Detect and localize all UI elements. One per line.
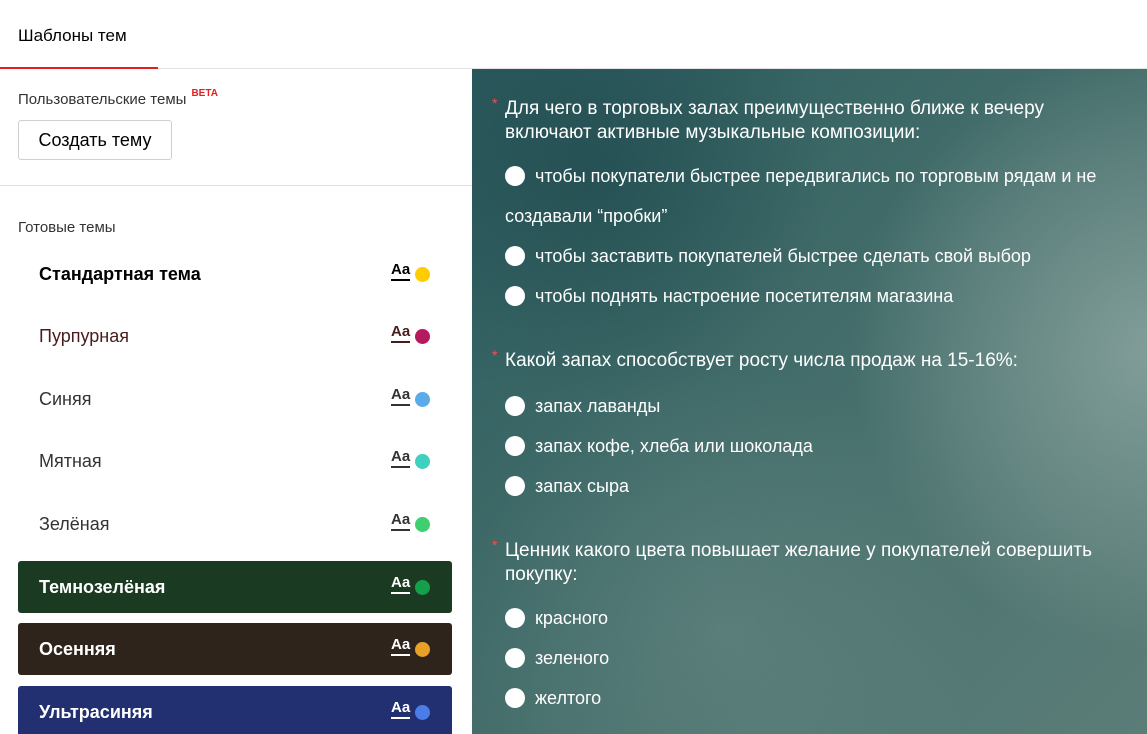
color-swatch-icon bbox=[415, 517, 430, 532]
theme-item[interactable]: Ультрасиняя Aa bbox=[18, 686, 452, 734]
color-swatch-icon bbox=[415, 267, 430, 282]
theme-item[interactable]: Осенняя Aa bbox=[18, 623, 452, 675]
color-swatch-icon bbox=[415, 705, 430, 720]
theme-item[interactable]: Зелёная Aa bbox=[18, 498, 452, 550]
radio-button[interactable] bbox=[505, 648, 525, 668]
radio-button[interactable] bbox=[505, 688, 525, 708]
question-title: Какой запах способствует росту числа про… bbox=[505, 350, 1018, 371]
question-title: Ценник какого цвета повышает желание у п… bbox=[505, 540, 1092, 585]
option-label: чтобы поднять настроение посетителям маг… bbox=[535, 286, 954, 306]
font-preview-icon: Aa bbox=[391, 262, 411, 281]
themes-sidebar: Пользовательские темы BETA Создать тему Г… bbox=[0, 69, 472, 734]
required-mark: * bbox=[492, 347, 498, 363]
theme-name: Пурпурная bbox=[39, 326, 129, 346]
required-mark: * bbox=[492, 95, 498, 111]
option-label: зеленого bbox=[535, 648, 610, 668]
color-swatch-icon bbox=[415, 392, 430, 407]
theme-name: Стандартная тема bbox=[39, 264, 201, 284]
create-theme-button[interactable]: Создать тему bbox=[18, 120, 172, 160]
option-label: чтобы покупатели быстрее передвигались п… bbox=[535, 166, 1097, 186]
custom-themes-heading: Пользовательские темы BETA bbox=[18, 88, 218, 108]
ready-themes-heading: Готовые темы bbox=[18, 219, 116, 236]
top-bar: Шаблоны тем bbox=[0, 0, 1147, 70]
question-title: Для чего в торговых залах преимущественн… bbox=[505, 98, 1044, 143]
radio-button[interactable] bbox=[505, 476, 525, 496]
font-preview-icon: Aa bbox=[391, 324, 411, 343]
theme-name: Зелёная bbox=[39, 514, 110, 534]
theme-item[interactable]: Стандартная тема Aa bbox=[18, 248, 452, 300]
font-preview-icon: Aa bbox=[391, 449, 411, 468]
tab-label: Шаблоны тем bbox=[18, 26, 127, 45]
theme-item[interactable]: Пурпурная Aa bbox=[18, 310, 452, 362]
theme-name: Синяя bbox=[39, 389, 92, 409]
theme-item[interactable]: Синяя Aa bbox=[18, 373, 452, 425]
theme-item[interactable]: Мятная Aa bbox=[18, 435, 452, 487]
option-label: запах лаванды bbox=[535, 396, 661, 416]
required-mark: * bbox=[492, 537, 498, 553]
option-label: запах сыра bbox=[535, 476, 629, 496]
option-label-continued: создавали “пробки” bbox=[505, 206, 668, 226]
radio-button[interactable] bbox=[505, 246, 525, 266]
theme-preview: * Для чего в торговых залах преимуществе… bbox=[472, 69, 1147, 734]
color-swatch-icon bbox=[415, 454, 430, 469]
option-label: желтого bbox=[535, 688, 602, 708]
font-preview-icon: Aa bbox=[391, 575, 411, 594]
radio-button[interactable] bbox=[505, 166, 525, 186]
theme-name: Мятная bbox=[39, 451, 102, 471]
tab-theme-templates[interactable]: Шаблоны тем bbox=[0, 0, 158, 70]
font-preview-icon: Aa bbox=[391, 700, 411, 719]
color-swatch-icon bbox=[415, 329, 430, 344]
theme-item[interactable]: Темнозелёная Aa bbox=[18, 561, 452, 613]
theme-name: Темнозелёная bbox=[39, 577, 166, 597]
radio-button[interactable] bbox=[505, 608, 525, 628]
custom-themes-title: Пользовательские темы bbox=[18, 91, 187, 108]
color-swatch-icon bbox=[415, 642, 430, 657]
divider bbox=[0, 185, 472, 186]
font-preview-icon: Aa bbox=[391, 387, 411, 406]
option-label: красного bbox=[535, 608, 609, 628]
radio-button[interactable] bbox=[505, 436, 525, 456]
font-preview-icon: Aa bbox=[391, 637, 411, 656]
font-preview-icon: Aa bbox=[391, 512, 411, 531]
color-swatch-icon bbox=[415, 580, 430, 595]
beta-badge: BETA bbox=[191, 88, 218, 99]
radio-button[interactable] bbox=[505, 396, 525, 416]
radio-button[interactable] bbox=[505, 286, 525, 306]
option-label: чтобы заставить покупателей быстрее сдел… bbox=[535, 246, 1031, 266]
theme-name: Осенняя bbox=[39, 639, 116, 659]
option-label: запах кофе, хлеба или шоколада bbox=[535, 436, 813, 456]
theme-name: Ультрасиняя bbox=[39, 702, 153, 722]
